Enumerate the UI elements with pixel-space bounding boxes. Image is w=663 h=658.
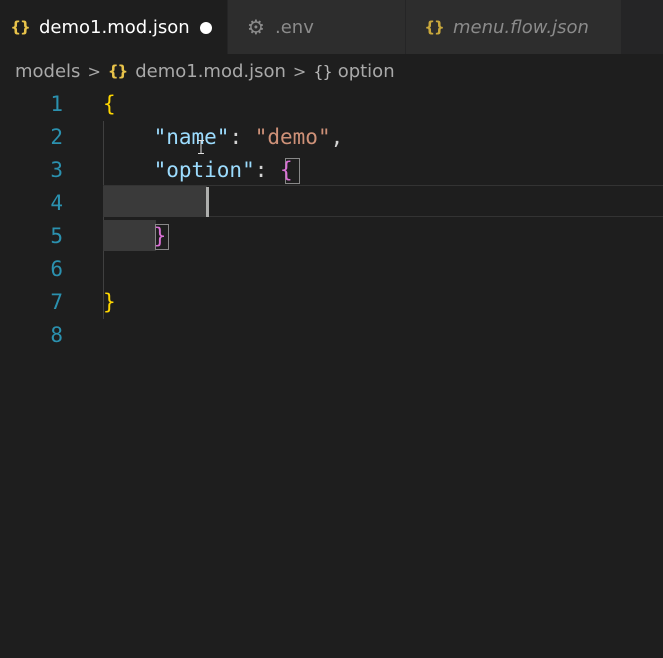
code-line[interactable]: "name": "demo",	[103, 121, 344, 154]
json-braces-icon: {}	[107, 62, 128, 80]
line-number[interactable]: 8	[0, 319, 63, 352]
line-number[interactable]: 6	[0, 253, 63, 286]
breadcrumb-symbol[interactable]: option	[338, 61, 395, 82]
code-line[interactable]: }	[103, 286, 116, 319]
json-key: "name"	[153, 125, 230, 149]
chevron-right-icon: >	[87, 61, 101, 81]
text-cursor	[206, 187, 209, 217]
tab-label: menu.flow.json	[453, 16, 589, 38]
colon: :	[254, 158, 281, 182]
code-line[interactable]: }	[103, 220, 167, 253]
selection-highlight	[103, 186, 207, 217]
breadcrumb-folder[interactable]: models	[15, 61, 80, 82]
mouse-ibeam-cursor-icon	[198, 140, 204, 154]
gear-icon: ⚙	[247, 15, 265, 39]
json-braces-icon: {}	[424, 18, 444, 36]
comma: ,	[330, 125, 344, 149]
breadcrumb-file[interactable]: demo1.mod.json	[135, 61, 286, 82]
json-string-value: "demo"	[254, 125, 331, 149]
tab-demo1-mod-json[interactable]: {} demo1.mod.json	[0, 0, 227, 54]
code-editor[interactable]: 1 2 3 4 5 6 7 8 { "name": "demo", "optio…	[0, 88, 663, 658]
tab-menu-flow-json[interactable]: {} menu.flow.json	[406, 0, 621, 54]
tab-label: .env	[275, 16, 314, 38]
json-braces-icon: {}	[10, 18, 30, 36]
chevron-right-icon: >	[292, 61, 307, 81]
line-number[interactable]: 7	[0, 286, 63, 319]
tab-label: demo1.mod.json	[39, 16, 190, 38]
line-number[interactable]: 4	[0, 187, 63, 220]
object-symbol-icon: {}	[313, 61, 332, 81]
tab-env[interactable]: ⚙ .env	[228, 0, 405, 54]
unsaved-changes-dot-icon[interactable]	[200, 22, 212, 34]
breadcrumb: models > {} demo1.mod.json > {} option	[15, 58, 395, 84]
close-brace: }	[153, 224, 167, 248]
code-line[interactable]: "option": {	[103, 154, 293, 187]
line-number[interactable]: 2	[0, 121, 63, 154]
colon: :	[229, 125, 255, 149]
open-brace: {	[103, 92, 116, 116]
close-brace: }	[103, 290, 116, 314]
line-number[interactable]: 3	[0, 154, 63, 187]
editor-tab-bar: {} demo1.mod.json ⚙ .env {} menu.flow.js…	[0, 0, 663, 54]
json-key: "option"	[153, 158, 255, 182]
open-brace: {	[280, 158, 293, 182]
line-number[interactable]: 5	[0, 220, 63, 253]
line-number[interactable]: 1	[0, 88, 63, 121]
code-line[interactable]: {	[103, 88, 116, 121]
